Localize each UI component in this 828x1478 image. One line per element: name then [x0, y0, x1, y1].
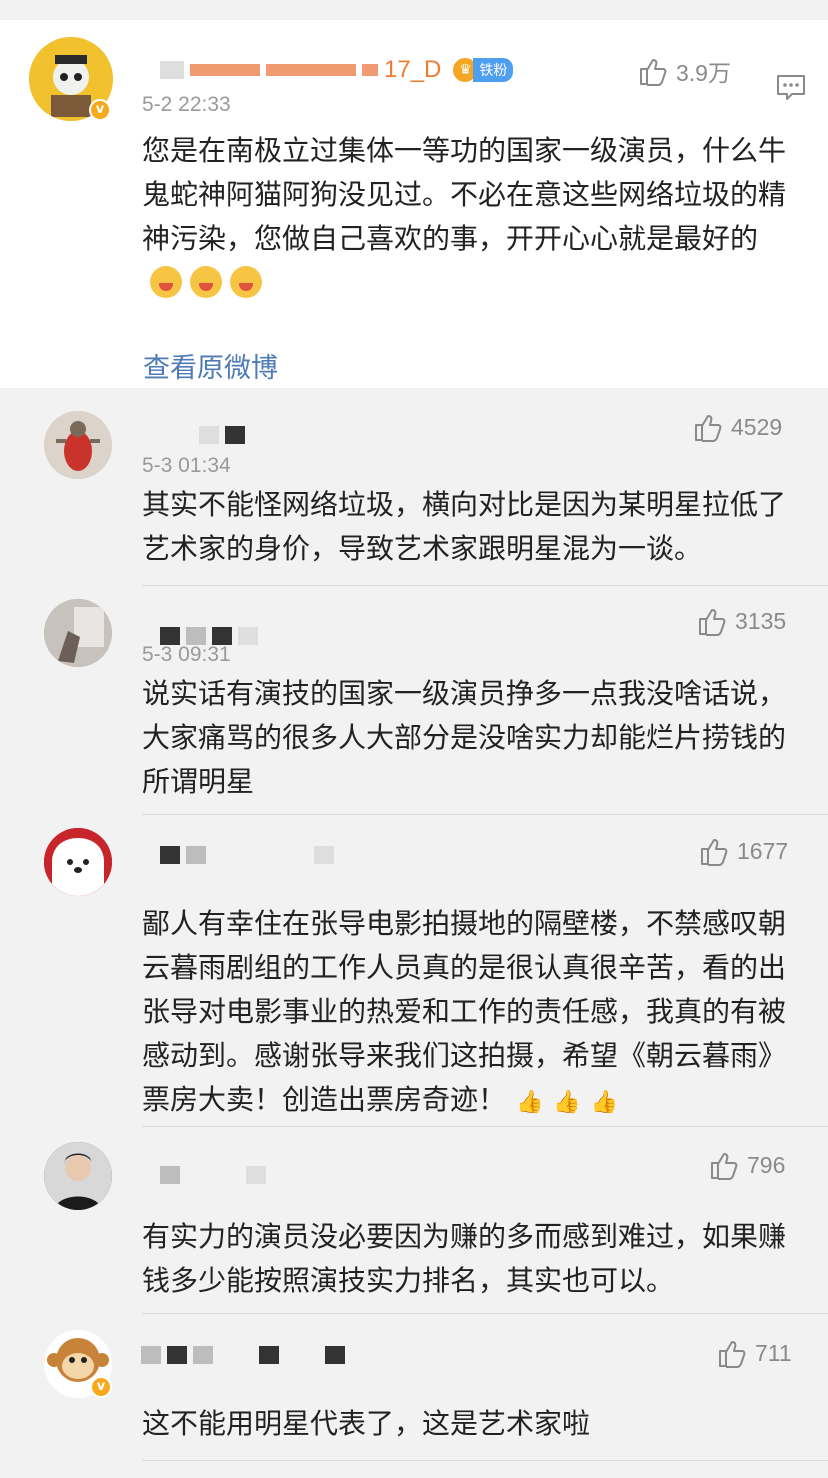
comment-time: 5-2 22:33	[142, 93, 231, 116]
fan-badge: ♛ 铁粉	[453, 58, 514, 82]
reply-avatar[interactable]	[44, 828, 112, 896]
reply-text: 说实话有演技的国家一级演员挣多一点我没啥话说，大家痛骂的很多人大部分是没啥实力却…	[142, 677, 787, 798]
reply-text: 这不能用明星代表了，这是艺术家啦	[142, 1407, 591, 1440]
kiss-face-emoji-icon	[230, 266, 262, 298]
reply-like-count: 3135	[735, 607, 787, 634]
reply-username[interactable]	[160, 843, 334, 867]
kiss-face-emoji-icon	[150, 266, 182, 298]
thumbs-up-emoji-icon: 👍	[590, 1090, 619, 1115]
fan-badge-label: 铁粉	[473, 58, 514, 82]
thumbs-up-icon	[699, 609, 726, 636]
reply-username[interactable]	[141, 1343, 345, 1367]
like-button[interactable]: 3.9万	[638, 54, 731, 88]
reply-username[interactable]	[160, 1163, 266, 1187]
reply-divider	[142, 585, 828, 586]
thumbs-up-emoji-icon: 👍	[516, 1090, 544, 1115]
reply-time: 5-3 01:34	[142, 454, 231, 477]
main-commenter-name[interactable]: 17_D ♛ 铁粉	[160, 56, 514, 83]
main-comment-card: v 17_D ♛ 铁粉 5-2 22:33 3.9万 您是在南极立过集体一等功的…	[0, 20, 828, 388]
verified-badge-icon: v	[89, 99, 111, 121]
reply-divider	[142, 814, 828, 815]
comment-text-body: 您是在南极立过集体一等功的国家一级演员，什么牛鬼蛇神阿猫阿狗没见过。不必在意这些…	[142, 134, 787, 255]
thumbs-up-icon	[719, 1341, 746, 1368]
reply-time: 5-3 09:31	[142, 643, 231, 666]
reply-text: 有实力的演员没必要因为赚的多而感到难过，如果赚钱多少能按照演技实力排名，其实也可…	[142, 1220, 787, 1297]
thumbs-up-emoji-icon: 👍	[553, 1090, 581, 1115]
top-strip	[0, 0, 828, 20]
reply-username[interactable]	[199, 423, 245, 447]
thumbs-up-icon	[711, 1153, 738, 1180]
reply-divider	[142, 1126, 828, 1127]
reply-like-button[interactable]: 796	[709, 1150, 785, 1180]
reply-like-count: 711	[755, 1339, 792, 1366]
reply-like-button[interactable]: 4529	[693, 412, 782, 442]
view-original-weibo-link[interactable]: 查看原微博	[143, 346, 278, 385]
reply-avatar[interactable]	[44, 1142, 112, 1210]
reply-like-button[interactable]: 1677	[699, 836, 788, 866]
thumbs-up-icon	[640, 59, 667, 86]
reply-text-body: 鄙人有幸住在张导电影拍摄地的隔壁楼，不禁感叹朝云暮雨剧组的工作人员真的是很认真很…	[142, 907, 787, 1116]
reply-text: 其实不能怪网络垃圾，横向对比是因为某明星拉低了艺术家的身价，导致艺术家跟明星混为…	[142, 488, 787, 565]
username-suffix: 17_D	[384, 56, 442, 83]
like-count: 3.9万	[676, 60, 731, 86]
thumbs-up-icon	[701, 839, 728, 866]
comment-menu-icon[interactable]	[776, 74, 806, 102]
reply-list: 5-3 01:34 4529 其实不能怪网络垃圾，横向对比是因为某明星拉低了艺术…	[0, 388, 828, 1478]
reply-divider	[142, 1313, 828, 1314]
comment-text: 您是在南极立过集体一等功的国家一级演员，什么牛鬼蛇神阿猫阿狗没见过。不必在意这些…	[142, 129, 792, 305]
reply-like-button[interactable]: 3135	[697, 606, 786, 636]
thumbs-up-icon	[695, 415, 722, 442]
reply-avatar[interactable]	[44, 411, 112, 479]
reply-text: 鄙人有幸住在张导电影拍摄地的隔壁楼，不禁感叹朝云暮雨剧组的工作人员真的是很认真很…	[142, 902, 792, 1125]
reply-divider	[142, 1460, 828, 1461]
reply-like-count: 4529	[731, 413, 783, 440]
kiss-face-emoji-icon	[190, 266, 222, 298]
verified-badge-icon: v	[90, 1376, 112, 1398]
reply-avatar[interactable]	[44, 599, 112, 667]
reply-like-button[interactable]: 711	[717, 1338, 792, 1368]
reply-like-count: 1677	[737, 837, 789, 864]
reply-like-count: 796	[747, 1151, 786, 1178]
